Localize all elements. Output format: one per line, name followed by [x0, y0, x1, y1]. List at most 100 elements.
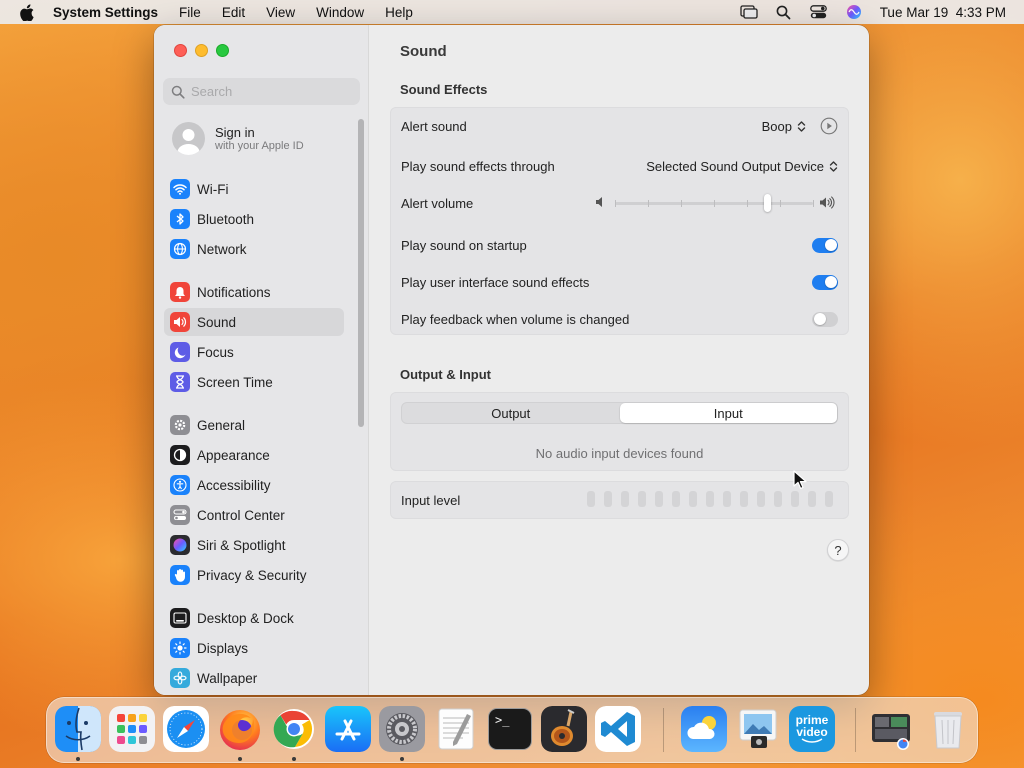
menu-window[interactable]: Window [316, 5, 364, 20]
sidebar-item-label: Siri & Spotlight [197, 537, 286, 553]
ui-sounds-toggle[interactable] [812, 274, 838, 290]
sun-icon [170, 638, 190, 658]
trash-icon[interactable] [925, 706, 971, 752]
sidebar-item-bluetooth[interactable]: Bluetooth [164, 205, 344, 233]
slider-tick [648, 200, 649, 207]
siri-icon [170, 535, 190, 555]
close-window-button[interactable] [174, 44, 187, 57]
sidebar-item-general[interactable]: General [164, 411, 344, 439]
system-settings-icon[interactable] [379, 706, 425, 752]
window-controls [174, 44, 229, 57]
sidebar-item-accessibility[interactable]: Accessibility [164, 471, 344, 499]
textedit-icon[interactable] [433, 706, 479, 752]
alert-volume-slider[interactable] [595, 193, 835, 213]
app-store-icon[interactable] [325, 706, 371, 752]
sidebar-item-privacy-security[interactable]: Privacy & Security [164, 561, 344, 589]
siri-icon[interactable] [845, 3, 863, 21]
sidebar-scrollbar[interactable] [358, 119, 364, 427]
slider-knob[interactable] [763, 194, 771, 212]
speaker-low-icon [595, 196, 606, 208]
system-settings-window: Search Sign in with your Apple ID Wi-Fi … [154, 25, 869, 695]
downloads-stack-icon[interactable] [869, 706, 915, 752]
startup-sound-toggle[interactable] [812, 237, 838, 253]
startup-sound-label: Play sound on startup [401, 237, 527, 253]
mouse-cursor-icon [793, 470, 807, 490]
sidebar-item-screen-time[interactable]: Screen Time [164, 368, 344, 396]
search-field[interactable]: Search [163, 78, 360, 105]
section-title-output-input: Output & Input [400, 367, 491, 382]
level-bar [689, 491, 697, 507]
chrome-icon[interactable] [271, 706, 317, 752]
slider-tick [714, 200, 715, 207]
sidebar-item-label: Privacy & Security [197, 567, 307, 583]
toggle-knob [813, 313, 826, 325]
accessibility-icon [170, 475, 190, 495]
menu-view[interactable]: View [266, 5, 295, 20]
clock[interactable]: Tue Mar 19 4:33 PM [880, 5, 1006, 20]
sidebar-item-notifications[interactable]: Notifications [164, 278, 344, 306]
firefox-icon[interactable] [217, 706, 263, 752]
safari-icon[interactable] [163, 706, 209, 752]
chevron-up-down-icon [796, 119, 806, 133]
prime-video-icon[interactable]: prime video [789, 706, 835, 752]
finder-icon[interactable] [55, 706, 101, 752]
sidebar-item-sound[interactable]: Sound [164, 308, 344, 336]
wifi-icon [170, 179, 190, 199]
slider-tick [747, 200, 748, 207]
vscode-icon[interactable] [595, 706, 641, 752]
tab-input[interactable]: Input [619, 403, 837, 423]
level-bar [604, 491, 612, 507]
ui-sounds-row: Play user interface sound effects [401, 272, 838, 292]
play-through-row: Play sound effects through Selected Soun… [401, 156, 838, 176]
sidebar-item-network[interactable]: Network [164, 235, 344, 263]
minimize-window-button[interactable] [195, 44, 208, 57]
weather-icon[interactable] [681, 706, 727, 752]
menu-help[interactable]: Help [385, 5, 413, 20]
zoom-window-button[interactable] [216, 44, 229, 57]
output-input-segmented-control: Output Input [401, 402, 838, 424]
sidebar-item-siri-spotlight[interactable]: Siri & Spotlight [164, 531, 344, 559]
output-input-group: Output Input No audio input devices foun… [390, 392, 849, 471]
tab-output[interactable]: Output [402, 403, 620, 423]
launchpad-icon[interactable] [109, 706, 155, 752]
search-placeholder: Search [191, 84, 233, 99]
sidebar-item-control-center[interactable]: Control Center [164, 501, 344, 529]
level-bar [587, 491, 595, 507]
sidebar-item-desktop-dock[interactable]: Desktop & Dock [164, 604, 344, 632]
control-center-icon[interactable] [810, 3, 828, 21]
spotlight-search-icon[interactable] [775, 3, 793, 21]
help-button[interactable]: ? [827, 539, 849, 561]
level-bar [655, 491, 663, 507]
play-through-popup[interactable]: Selected Sound Output Device [646, 159, 838, 174]
input-level-group: Input level [390, 481, 849, 519]
apple-menu-icon[interactable] [18, 3, 36, 21]
terminal-prompt: >_ [488, 708, 532, 750]
sidebar-item-wallpaper[interactable]: Wallpaper [164, 664, 344, 692]
terminal-icon[interactable]: >_ [487, 706, 533, 752]
sidebar-item-label: Appearance [197, 447, 270, 463]
globe-icon [170, 239, 190, 259]
screen-mirroring-icon[interactable] [740, 3, 758, 21]
apple-id-signin[interactable]: Sign in with your Apple ID [172, 122, 304, 155]
garageband-icon[interactable] [541, 706, 587, 752]
app-name-menu[interactable]: System Settings [53, 5, 158, 20]
speaker-icon [170, 312, 190, 332]
menu-edit[interactable]: Edit [222, 5, 245, 20]
preview-icon[interactable] [735, 706, 781, 752]
level-bar [672, 491, 680, 507]
sidebar-item-displays[interactable]: Displays [164, 634, 344, 662]
signin-subtitle: with your Apple ID [215, 139, 304, 152]
volume-feedback-toggle[interactable] [812, 311, 838, 327]
sidebar-item-focus[interactable]: Focus [164, 338, 344, 366]
section-title-sound-effects: Sound Effects [400, 82, 488, 97]
menu-file[interactable]: File [179, 5, 201, 20]
play-circle-icon[interactable] [820, 117, 838, 135]
sidebar-item-appearance[interactable]: Appearance [164, 441, 344, 469]
level-bar [757, 491, 765, 507]
ui-sounds-label: Play user interface sound effects [401, 274, 590, 290]
alert-sound-popup[interactable]: Boop [762, 119, 806, 134]
input-level-meter [587, 491, 833, 507]
sound-effects-group: Alert sound Boop Play sound effects thro… [390, 107, 849, 335]
level-bar [808, 491, 816, 507]
sidebar-item-wifi[interactable]: Wi-Fi [164, 175, 344, 203]
